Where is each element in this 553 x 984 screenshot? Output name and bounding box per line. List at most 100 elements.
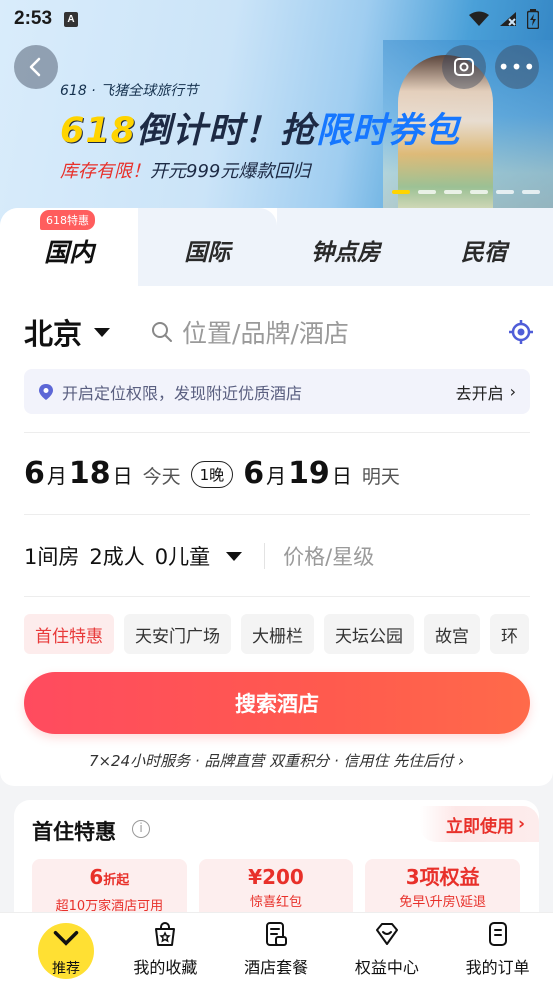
recommend-button[interactable]: 推荐 <box>38 923 94 979</box>
use-now-label: 立即使用 <box>445 816 514 837</box>
caret-down-icon[interactable] <box>226 551 243 561</box>
tab-homestay[interactable]: 民宿 <box>414 208 553 286</box>
headline-mid: 倒计时！抢 <box>136 111 317 151</box>
tab-label: 民宿 <box>460 240 507 266</box>
wifi-icon <box>469 11 489 26</box>
signal-icon <box>500 12 516 26</box>
location-message: 开启定位权限，发现附近优质酒店 <box>62 383 303 403</box>
divider <box>24 596 530 597</box>
city-selector[interactable]: 北京 <box>24 311 82 353</box>
checkout-relative: 明天 <box>361 466 400 488</box>
benefit-red-packet[interactable]: ¥200 惊喜红包 <box>198 859 354 919</box>
first-stay-title: 首住特惠 <box>32 820 116 844</box>
benefit-unit: 折起 <box>103 873 130 888</box>
chip-tiananmen[interactable]: 天安门广场 <box>124 614 231 654</box>
pagination-dot <box>470 190 488 194</box>
nav-favorites[interactable]: 我的收藏 <box>110 913 221 984</box>
checkout-month: 6 <box>243 456 265 491</box>
chip-first-stay[interactable]: 首住特惠 <box>24 614 114 654</box>
locate-icon[interactable] <box>508 319 534 345</box>
chevron-left-icon <box>29 57 41 77</box>
enable-location-link[interactable]: 去开启 <box>456 380 504 404</box>
benefit-list: 6折起 超10万家酒店可用 ¥200 惊喜红包 3项权益 免早\升房\延退 <box>32 859 521 919</box>
promo-badge: 618特惠 <box>40 210 95 230</box>
benefit-perks[interactable]: 3项权益 免早\升房\延退 <box>365 859 521 919</box>
benefit-desc: 免早\升房\延退 <box>399 895 487 910</box>
benefit-number: 6 <box>89 865 104 889</box>
pagination-dot <box>444 190 462 194</box>
rooms-count[interactable]: 1间房 <box>24 541 79 571</box>
banner-headline: 618倒计时！抢限时券包 <box>60 102 460 153</box>
service-tagline[interactable]: 7×24小时服务 · 品牌直营 双重积分 · 信用住 先住后付 › <box>0 750 553 771</box>
month-unit: 月 <box>266 464 287 488</box>
headline-number: 618 <box>60 111 137 151</box>
chevron-down-icon <box>53 931 79 946</box>
search-input[interactable]: 位置/品牌/酒店 <box>182 314 349 350</box>
diamond-icon <box>375 923 398 945</box>
nav-label: 我的订单 <box>465 958 530 977</box>
divider <box>24 432 530 433</box>
checkin-day: 18 <box>68 456 111 491</box>
chip-dashilan[interactable]: 大栅栏 <box>241 614 314 654</box>
adults-count[interactable]: 2成人 <box>89 541 144 571</box>
use-now-button[interactable]: 立即使用 › <box>419 806 539 842</box>
price-star-filter[interactable]: 价格/星级 <box>283 541 374 571</box>
tab-label: 国内 <box>44 238 95 267</box>
nav-label: 酒店套餐 <box>244 958 309 977</box>
package-icon <box>266 922 288 946</box>
checkin-relative: 今天 <box>142 466 181 488</box>
children-count[interactable]: 0儿童 <box>155 541 210 571</box>
checkin-month: 6 <box>24 456 45 491</box>
subtitle-red: 库存有限！ <box>60 161 150 182</box>
banner-brand: 618 · 飞猪全球旅行节 <box>60 83 199 99</box>
benefit-value: ¥200 <box>248 865 304 889</box>
pagination-dot <box>392 190 410 194</box>
nav-orders[interactable]: 我的订单 <box>442 913 553 984</box>
scan-button[interactable] <box>442 45 486 89</box>
nav-benefits[interactable]: 权益中心 <box>332 913 443 984</box>
map-pin-icon <box>39 383 53 400</box>
more-button[interactable]: ••• <box>495 45 539 89</box>
battery-icon <box>527 9 539 29</box>
chip-partial[interactable]: 环 <box>490 614 529 654</box>
checkout-day: 19 <box>288 456 330 491</box>
search-icon <box>152 322 173 342</box>
tab-label: 钟点房 <box>311 240 381 266</box>
month-unit: 月 <box>46 464 67 488</box>
pagination-dot <box>496 190 514 194</box>
benefit-discount[interactable]: 6折起 超10万家酒店可用 <box>32 859 187 919</box>
divider <box>264 543 266 569</box>
scan-icon <box>454 58 474 76</box>
divider <box>24 514 530 515</box>
day-unit: 日 <box>331 464 352 488</box>
date-selector[interactable]: 6 月 18 日 今天 1晚 6 月 19 日 明天 <box>24 456 400 496</box>
nav-label: 权益中心 <box>354 958 419 977</box>
recommend-label: 推荐 <box>52 961 80 977</box>
chevron-right-icon: › <box>517 814 525 834</box>
status-bar: 2:53 A <box>0 0 553 38</box>
nav-packages[interactable]: 酒店套餐 <box>221 913 332 984</box>
chip-forbidden-city[interactable]: 故宫 <box>424 614 480 654</box>
chevron-right-icon: › <box>509 382 516 401</box>
pagination-dot <box>522 190 540 194</box>
chip-temple-of-heaven[interactable]: 天坛公园 <box>324 614 414 654</box>
promo-banner[interactable]: 2:53 A ••• 618 · 飞猪全球旅行节 618倒计时！抢限时券包 库存… <box>0 0 553 230</box>
banner-subtitle: 库存有限！开元999元爆款回归 <box>60 157 310 183</box>
info-icon[interactable]: i <box>132 820 150 838</box>
tab-international[interactable]: 国际 <box>138 208 277 286</box>
nights-badge: 1晚 <box>190 460 234 488</box>
search-hotels-button[interactable]: 搜索酒店 <box>24 672 530 734</box>
bottom-navigation: 推荐 我的收藏 酒店套餐 权益中心 我的订单 <box>0 912 553 984</box>
pagination-dot <box>418 190 436 194</box>
location-permission-bar[interactable]: 开启定位权限，发现附近优质酒店 去开启 › <box>24 369 530 414</box>
status-icons <box>469 9 539 29</box>
hotel-search-card: 国内 国际 钟点房 民宿 618特惠 北京 位置/品牌/酒店 开启定位权限，发现… <box>0 208 553 786</box>
nav-label: 我的收藏 <box>133 958 198 977</box>
banner-pagination <box>392 190 540 194</box>
tab-hourly[interactable]: 钟点房 <box>276 208 415 286</box>
subtitle-rest: 开元999元爆款回归 <box>150 161 311 182</box>
caret-down-icon[interactable] <box>94 327 111 337</box>
back-button[interactable] <box>14 45 58 89</box>
nav-recommend[interactable]: 推荐 <box>0 913 110 984</box>
benefit-value: 6折起 <box>32 865 187 893</box>
